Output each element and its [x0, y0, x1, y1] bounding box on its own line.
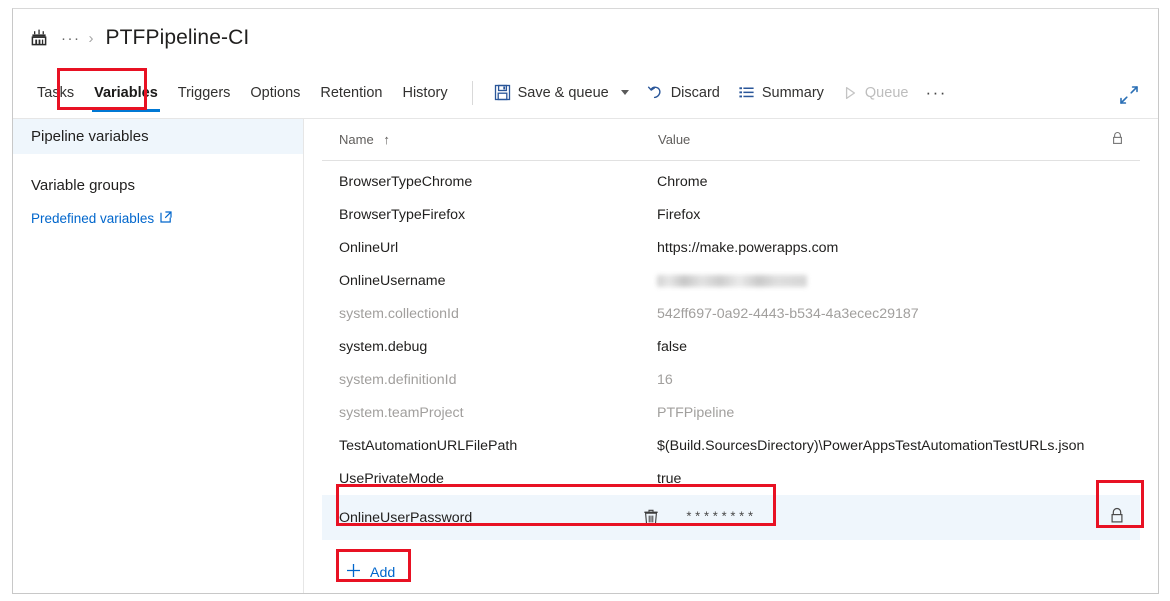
tab-tasks[interactable]: Tasks	[27, 68, 84, 118]
predefined-variables-link[interactable]: Predefined variables	[13, 203, 303, 233]
sidebar-item-variable-groups[interactable]: Variable groups	[13, 168, 303, 203]
plus-icon	[346, 563, 361, 582]
variable-name: system.teamProject	[339, 404, 464, 421]
table-row[interactable]: OnlineUrl https://make.powerapps.com	[322, 231, 1140, 264]
tab-options[interactable]: Options	[240, 68, 310, 118]
variable-name: system.collectionId	[339, 305, 459, 322]
toolbar-overflow-button[interactable]: ···	[917, 84, 954, 101]
undo-arrow-icon	[647, 84, 664, 101]
column-header-name-label: Name	[339, 132, 374, 147]
variable-value[interactable]: Firefox	[657, 207, 1094, 223]
variable-value[interactable]: false	[657, 339, 1094, 355]
padlock-closed-icon	[1109, 507, 1125, 528]
variable-name: BrowserTypeChrome	[339, 173, 473, 190]
variable-value[interactable]: $(Build.SourcesDirectory)\PowerAppsTestA…	[657, 438, 1094, 454]
table-row: system.collectionId 542ff697-0a92-4443-b…	[322, 297, 1140, 330]
save-and-queue-button[interactable]: Save & queue	[485, 76, 638, 110]
column-header-name[interactable]: Name ↑	[322, 132, 657, 147]
editor-body: Pipeline variables Variable groups Prede…	[13, 119, 1158, 593]
screenshot-root: ··· › PTFPipeline-CI Tasks Variables Tri…	[0, 0, 1170, 601]
toolbar-divider	[471, 80, 473, 105]
table-row[interactable]: TestAutomationURLFilePath $(Build.Source…	[322, 429, 1140, 462]
table-row: system.teamProject PTFPipeline	[322, 396, 1140, 429]
chevron-down-icon[interactable]	[620, 90, 629, 95]
breadcrumb: ··· › PTFPipeline-CI	[13, 9, 1158, 67]
table-row[interactable]: BrowserTypeChrome Chrome	[322, 165, 1140, 198]
variable-value: 16	[657, 371, 673, 388]
grid-header-row: Name ↑ Value	[322, 119, 1140, 161]
discard-label: Discard	[670, 84, 720, 101]
variable-name: TestAutomationURLFilePath	[339, 437, 518, 454]
table-row: system.definitionId 16	[322, 363, 1140, 396]
variable-name: BrowserTypeFirefox	[339, 206, 466, 223]
variable-name: system.debug	[339, 338, 428, 355]
sidebar-item-pipeline-variables[interactable]: Pipeline variables	[13, 119, 303, 154]
table-row[interactable]: system.debug false	[322, 330, 1140, 363]
play-triangle-icon	[842, 85, 858, 101]
variable-value[interactable]: Chrome	[657, 174, 1094, 190]
variables-grid: Name ↑ Value BrowserTypeChrome Chrome Br…	[322, 119, 1140, 589]
variable-value: 542ff697-0a92-4443-b534-4a3ecec29187	[657, 305, 919, 322]
sidebar-item-label: Pipeline variables	[31, 128, 149, 145]
column-header-value[interactable]: Value	[657, 132, 1094, 147]
add-variable-label: Add	[370, 564, 396, 581]
sort-ascending-icon: ↑	[383, 132, 390, 147]
tab-history[interactable]: History	[392, 68, 457, 118]
column-header-lock	[1094, 131, 1140, 148]
predefined-variables-label: Predefined variables	[31, 210, 155, 226]
add-variable-button[interactable]: Add	[335, 556, 408, 589]
external-link-icon	[160, 210, 172, 226]
tab-triggers[interactable]: Triggers	[168, 68, 241, 118]
breadcrumb-separator-icon: ›	[88, 29, 94, 47]
tab-retention[interactable]: Retention	[310, 68, 392, 118]
save-disk-icon	[494, 84, 511, 101]
redacted-value	[657, 274, 807, 287]
table-row[interactable]: UsePrivateMode true	[322, 462, 1140, 495]
queue-label: Queue	[864, 84, 909, 101]
variable-name: UsePrivateMode	[339, 470, 444, 487]
table-row-online-user-password[interactable]: OnlineUserPassword ********	[322, 495, 1140, 540]
sidebar-item-label: Variable groups	[31, 177, 135, 194]
variable-value[interactable]: true	[657, 471, 1094, 487]
tab-variables[interactable]: Variables	[84, 68, 168, 118]
variable-name: OnlineUrl	[339, 239, 399, 256]
variable-name: OnlineUsername	[339, 272, 446, 289]
column-header-value-label: Value	[658, 132, 691, 147]
save-and-queue-label: Save & queue	[517, 84, 609, 101]
page-title: PTFPipeline-CI	[105, 26, 250, 49]
variables-sidebar: Pipeline variables Variable groups Prede…	[13, 119, 304, 593]
variables-pane: Name ↑ Value BrowserTypeChrome Chrome Br…	[304, 119, 1158, 593]
build-pipeline-icon	[29, 28, 49, 48]
lock-icon	[1111, 131, 1124, 148]
masked-password-value: ********	[685, 510, 756, 525]
list-lines-icon	[738, 84, 755, 101]
expand-diagonal-icon[interactable]	[1118, 84, 1140, 106]
summary-button[interactable]: Summary	[729, 76, 833, 110]
table-row[interactable]: BrowserTypeFirefox Firefox	[322, 198, 1140, 231]
variable-value: PTFPipeline	[657, 404, 735, 421]
variable-name[interactable]: OnlineUserPassword	[322, 510, 657, 526]
variable-value-redacted[interactable]	[657, 273, 1094, 289]
summary-label: Summary	[761, 84, 824, 101]
variable-lock-toggle[interactable]	[1094, 507, 1140, 528]
tab-and-command-bar: Tasks Variables Triggers Options Retenti…	[13, 67, 1158, 119]
pipeline-editor-panel: ··· › PTFPipeline-CI Tasks Variables Tri…	[12, 8, 1159, 594]
variable-value-secret: ********	[643, 509, 1094, 526]
breadcrumb-overflow[interactable]: ···	[61, 30, 81, 47]
discard-button[interactable]: Discard	[638, 76, 729, 110]
variable-name: system.definitionId	[339, 371, 457, 388]
table-row[interactable]: OnlineUsername	[322, 264, 1140, 297]
queue-button: Queue	[833, 76, 918, 110]
variable-value[interactable]: https://make.powerapps.com	[657, 240, 1094, 256]
